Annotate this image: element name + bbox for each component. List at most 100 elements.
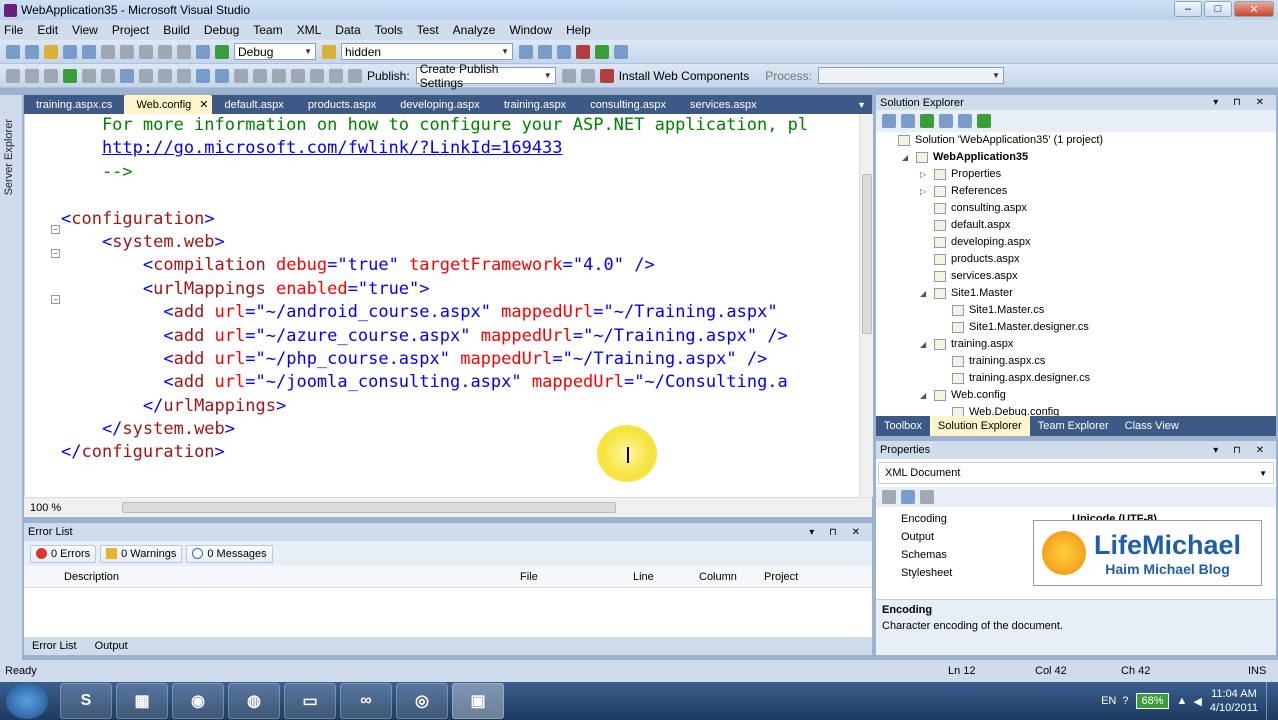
prop-schemas[interactable]: Schemas bbox=[901, 549, 947, 561]
server-explorer-tab[interactable]: Server Explorer bbox=[3, 119, 15, 195]
layer-icon[interactable] bbox=[272, 68, 286, 83]
add-item-icon[interactable] bbox=[25, 44, 39, 59]
tree-item[interactable]: default.aspx bbox=[934, 219, 1010, 231]
extension-manager-icon[interactable] bbox=[614, 44, 628, 59]
column-column[interactable]: Column bbox=[699, 571, 737, 583]
align-right-icon[interactable] bbox=[215, 68, 229, 83]
tree-item[interactable]: products.aspx bbox=[934, 253, 1019, 265]
visual-studio-taskbar-icon[interactable]: ∞ bbox=[340, 683, 392, 719]
new-project-icon[interactable] bbox=[6, 44, 20, 59]
doc-tab[interactable]: consulting.aspx bbox=[578, 95, 678, 114]
volume-icon[interactable]: ◀ bbox=[1193, 695, 1201, 708]
clock[interactable]: 11:04 AM 4/10/2011 bbox=[1210, 687, 1258, 715]
close-tab-icon[interactable]: ✕ bbox=[199, 98, 208, 111]
find-in-files-icon[interactable] bbox=[322, 44, 336, 59]
doc-tab[interactable]: services.aspx bbox=[678, 95, 769, 114]
tree-item[interactable]: ◢ WebApplication35 bbox=[902, 151, 1028, 163]
column-description[interactable]: Description bbox=[64, 571, 119, 583]
close-button[interactable]: ✕ bbox=[1234, 1, 1274, 17]
language-indicator[interactable]: EN bbox=[1101, 695, 1116, 707]
tree-item[interactable]: consulting.aspx bbox=[934, 202, 1027, 214]
align-left-icon[interactable] bbox=[196, 68, 210, 83]
copy-icon[interactable] bbox=[120, 44, 134, 59]
messages-filter-button[interactable]: 0 Messages bbox=[186, 544, 273, 563]
team-explorer-tab[interactable]: Team Explorer bbox=[1030, 416, 1117, 436]
undo-icon[interactable] bbox=[158, 44, 172, 59]
prop-stylesheet[interactable]: Stylesheet bbox=[901, 567, 952, 579]
tree-item[interactable]: ◢ Site1.Master bbox=[920, 287, 1013, 299]
tree-item[interactable]: ▷ References bbox=[920, 185, 1007, 197]
copy-website-icon[interactable] bbox=[977, 114, 991, 128]
tree-item[interactable]: ◢ Web.config bbox=[920, 389, 1006, 401]
start-debugging-icon[interactable] bbox=[215, 44, 229, 59]
column-line[interactable]: Line bbox=[633, 571, 654, 583]
tree-item[interactable]: ◢ training.aspx bbox=[920, 338, 1013, 350]
menu-data[interactable]: Data bbox=[335, 23, 360, 37]
tree-item[interactable]: training.aspx.cs bbox=[952, 355, 1045, 367]
view-code-icon[interactable] bbox=[939, 114, 953, 128]
doc-tab[interactable]: default.aspx bbox=[212, 95, 295, 114]
publish-settings-icon[interactable] bbox=[580, 68, 595, 83]
categorized-icon[interactable] bbox=[882, 490, 896, 504]
open-icon[interactable] bbox=[44, 44, 58, 59]
indent-icon[interactable] bbox=[25, 68, 39, 83]
image-icon[interactable] bbox=[253, 68, 267, 83]
format-icon[interactable] bbox=[6, 68, 20, 83]
menu-debug[interactable]: Debug bbox=[204, 23, 239, 37]
code-editor[interactable]: − − − For more information on how to con… bbox=[24, 114, 873, 497]
menu-edit[interactable]: Edit bbox=[37, 23, 58, 37]
uncomment-icon[interactable] bbox=[120, 68, 134, 83]
show-all-files-icon[interactable] bbox=[901, 114, 915, 128]
color-icon[interactable] bbox=[310, 68, 324, 83]
tree-item[interactable]: training.aspx.designer.cs bbox=[952, 372, 1090, 384]
menu-view[interactable]: View bbox=[72, 23, 98, 37]
folder-icon[interactable]: ▭ bbox=[284, 683, 336, 719]
output-tab[interactable]: Output bbox=[95, 640, 128, 652]
fold-toggle[interactable]: − bbox=[51, 249, 60, 258]
browser-icon[interactable]: ◎ bbox=[396, 683, 448, 719]
border-icon[interactable] bbox=[329, 68, 343, 83]
expand-arrow-icon[interactable]: ◢ bbox=[920, 289, 926, 298]
expand-arrow-icon[interactable]: ◢ bbox=[902, 153, 908, 162]
view-designer-icon[interactable] bbox=[958, 114, 972, 128]
maximize-button[interactable]: □ bbox=[1204, 1, 1232, 17]
menu-xml[interactable]: XML bbox=[297, 23, 322, 37]
prop-output[interactable]: Output bbox=[901, 531, 934, 543]
expand-arrow-icon[interactable]: ◢ bbox=[920, 340, 926, 349]
toolbox-icon[interactable] bbox=[576, 44, 590, 59]
doc-tab[interactable]: products.aspx bbox=[296, 95, 388, 114]
find-combo[interactable]: hidden ▼ bbox=[341, 43, 513, 60]
show-desktop-button[interactable] bbox=[1266, 682, 1278, 720]
expand-arrow-icon[interactable]: ◢ bbox=[920, 391, 926, 400]
errors-filter-button[interactable]: 0 Errors bbox=[30, 544, 97, 563]
start-page-icon[interactable] bbox=[595, 44, 609, 59]
start-button[interactable] bbox=[6, 683, 48, 719]
panel-pin-close-icons[interactable]: ▾ ⊓ ✕ bbox=[1213, 97, 1270, 108]
minimize-button[interactable]: – bbox=[1174, 1, 1202, 17]
publish-select[interactable]: Create Publish Settings ▼ bbox=[415, 62, 556, 90]
expand-arrow-icon[interactable]: ▷ bbox=[920, 170, 926, 179]
menu-test[interactable]: Test bbox=[417, 23, 439, 37]
alphabetical-icon[interactable] bbox=[901, 490, 915, 504]
horizontal-scroll-thumb[interactable] bbox=[122, 502, 616, 513]
bookmark-icon[interactable] bbox=[139, 68, 153, 83]
column-file[interactable]: File bbox=[520, 571, 538, 583]
column-project[interactable]: Project bbox=[764, 571, 798, 583]
doc-tab[interactable]: Web.config ✕ bbox=[124, 95, 213, 114]
error-list-tab[interactable]: Error List bbox=[32, 640, 77, 652]
expand-arrow-icon[interactable]: ▷ bbox=[920, 187, 926, 196]
install-components-icon[interactable] bbox=[599, 68, 614, 83]
properties-icon[interactable] bbox=[882, 114, 896, 128]
code-text[interactable]: For more information on how to configure… bbox=[61, 114, 859, 465]
menu-tools[interactable]: Tools bbox=[375, 23, 403, 37]
network-icon[interactable]: ▲ bbox=[1177, 695, 1188, 707]
battery-indicator[interactable]: 68% bbox=[1136, 693, 1169, 709]
skype-icon[interactable]: S bbox=[60, 683, 112, 719]
step-icon[interactable] bbox=[82, 68, 96, 83]
zoom-level[interactable]: 100 % bbox=[30, 502, 61, 514]
solution-config-select[interactable]: Debug ▼ bbox=[234, 43, 316, 60]
menu-help[interactable]: Help bbox=[566, 23, 591, 37]
class-view-tab[interactable]: Class View bbox=[1117, 416, 1187, 436]
cut-icon[interactable] bbox=[101, 44, 115, 59]
tree-item[interactable]: Site1.Master.designer.cs bbox=[952, 321, 1089, 333]
